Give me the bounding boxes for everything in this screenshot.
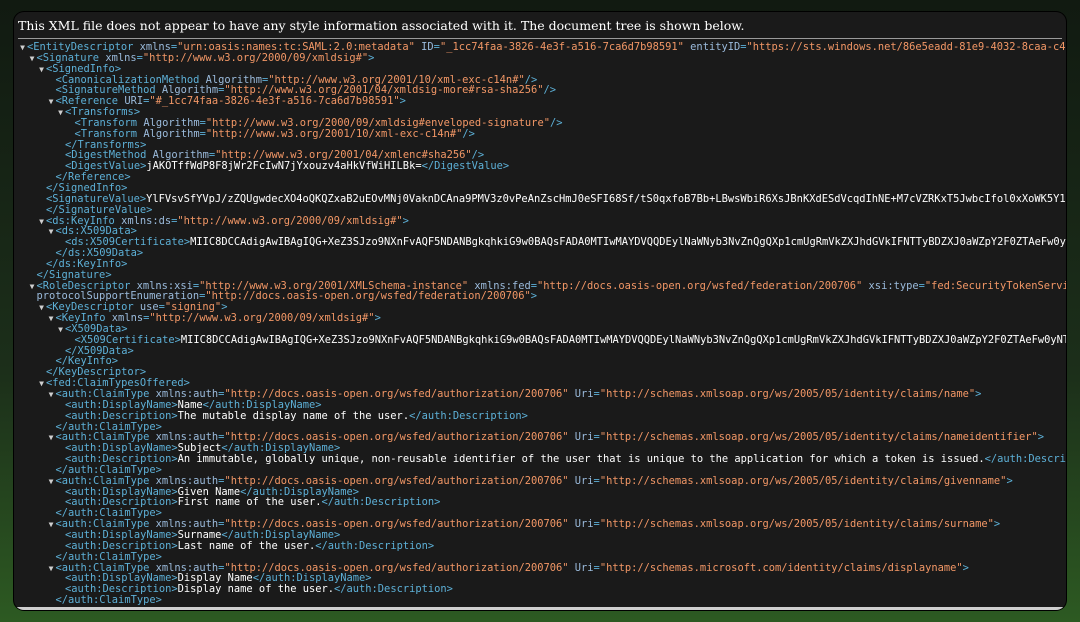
- xml-style-notice: This XML file does not appear to have an…: [18, 16, 1062, 39]
- xml-line: <auth:Description>First name of the user…: [14, 497, 1066, 508]
- xml-attribute-name: Uri: [568, 561, 594, 574]
- xml-tag: </auth:ClaimType>: [55, 594, 162, 607]
- xml-line: <Transform Algorithm="http://www.w3.org/…: [14, 127, 1066, 140]
- xml-attribute-value: "#_1cc74faa-3826-4e3f-a516-7ca6d7b98591": [149, 95, 400, 108]
- xml-tag: >: [975, 388, 982, 400]
- xml-attribute-value: "http://docs.oasis-open.org/wsfed/federa…: [205, 290, 531, 303]
- xml-line: <auth:Description>An immutable, globally…: [14, 454, 1066, 465]
- xml-attribute-value: "http://www.w3.org/2001/10/xml-exc-c14n#…: [205, 127, 463, 140]
- xml-text: An immutable, globally unique, non-reusa…: [177, 453, 985, 466]
- xml-tag: >: [962, 561, 969, 574]
- xml-tag: >: [374, 312, 381, 325]
- xml-tag: >: [530, 290, 537, 303]
- xml-line: </KeyInfo>: [14, 356, 1066, 367]
- xml-line: <ds:X509Certificate>MIIC8DCCAdigAwIBAgIQ…: [14, 237, 1066, 248]
- xml-text: Display name of the user.: [177, 583, 335, 596]
- xml-attribute-value: "http://schemas.microsoft.com/identity/c…: [599, 561, 963, 574]
- xml-tag: >: [993, 518, 1001, 531]
- xml-tag: </DigestValue>: [421, 160, 510, 173]
- xml-text: The mutable display name of the user.: [177, 409, 410, 422]
- xml-tag: />: [462, 127, 475, 140]
- xml-text: jAKOTffWdP8F8jWr2FcIwN7jYxouzv4aHkVfWiHI…: [146, 160, 422, 173]
- xml-tag: />: [543, 84, 556, 97]
- xml-document-tree: ▼ <EntityDescriptor xmlns="urn:oasis:name…: [14, 42, 1066, 610]
- xml-attribute-value: "http://schemas.xmlsoap.org/ws/2005/05/i…: [599, 431, 1038, 444]
- xml-line: <SignatureValue>YlFVsvSfYVpJ/zZQUgwdecXO…: [14, 192, 1066, 205]
- xml-line: ▼ <Signature xmlns="http://www.w3.org/200…: [14, 51, 1066, 64]
- xml-attribute-value: "_1cc74faa-3826-4e3f-a516-7ca6d7b98591": [439, 42, 684, 53]
- xml-tag: </auth:Description>: [334, 583, 453, 596]
- xml-attribute-value: "http://docs.oasis-open.org/wsfed/federa…: [537, 279, 863, 292]
- xml-line: <X509Certificate>MIIC8DCCAdigAwIBAgIQG+X…: [14, 333, 1067, 346]
- xml-line: </ds:X509Data>: [14, 248, 1066, 259]
- xml-text: MIIC8DCCAdigAwIBAgIQG+XeZ3SJzo9NXnFvAQF5…: [180, 333, 1066, 346]
- xml-tag: >: [1037, 431, 1044, 444]
- xml-tag: </auth:Description>: [321, 496, 441, 509]
- xml-attribute-name: Uri: [568, 474, 594, 487]
- xml-text: First name of the user.: [177, 496, 322, 509]
- xml-tag: >: [399, 95, 406, 108]
- xml-tag: />: [549, 116, 563, 129]
- xml-line: <DigestValue>jAKOTffWdP8F8jWr2FcIwN7jYxo…: [14, 161, 1066, 172]
- xml-line: <auth:Description>Last name of the user.…: [14, 539, 1066, 552]
- xml-attribute-value: "http://schemas.xmlsoap.org/ws/2005/05/i…: [599, 474, 1007, 487]
- xml-attribute-value: "https://sts.windows.net/86e5eadd-81e9-4…: [746, 42, 1067, 53]
- xml-line: <auth:Description>The mutable display na…: [14, 409, 1066, 422]
- xml-attribute-value: "http://www.w3.org/2000/09/xmldsig#": [142, 51, 369, 64]
- xml-attribute-value: "http://www.w3.org/2000/09/xmldsig#": [149, 312, 375, 325]
- xml-attribute-name: Uri: [568, 431, 594, 444]
- xml-attribute-value: "fed:SecurityTokenServiceType": [924, 279, 1066, 292]
- xml-attribute-name: Algorithm: [137, 127, 200, 140]
- xml-tag: >: [402, 214, 409, 227]
- xml-attribute-value: "http://schemas.xmlsoap.org/ws/2005/05/i…: [599, 388, 976, 400]
- xml-tag: </auth:Description>: [984, 453, 1066, 466]
- xml-attribute-name: entityID: [683, 42, 741, 53]
- xml-tag: </auth:Description>: [409, 409, 528, 422]
- xml-line: <auth:Description>Display name of the us…: [14, 584, 1066, 595]
- browser-viewport: This XML file does not appear to have an…: [14, 12, 1066, 610]
- xml-text: Last name of the user.: [177, 539, 316, 552]
- xml-attribute-name: ID: [414, 42, 434, 53]
- xml-line: ▼ <Reference URI="#_1cc74faa-3826-4e3f-a5…: [14, 96, 1066, 107]
- xml-tag: >: [1006, 474, 1013, 487]
- xml-line: </auth:ClaimType>: [14, 595, 1066, 606]
- xml-line: ▼ <ds:KeyInfo xmlns:ds="http://www.w3.org…: [14, 214, 1066, 227]
- xml-text: MIIC8DCCAdigAwIBAgIQG+XeZ3SJzo9NXnFvAQF5…: [190, 236, 1066, 249]
- xml-line: </ds:KeyInfo>: [14, 258, 1066, 270]
- xml-attribute-value: "http://schemas.xmlsoap.org/ws/2005/05/i…: [599, 518, 994, 531]
- xml-line: </Reference>: [14, 172, 1066, 183]
- xml-attribute-name: xsi:type: [862, 279, 919, 292]
- xml-attribute-value: "http://www.w3.org/2000/09/xmldsig#": [177, 214, 403, 227]
- xml-line: </X509Data>: [14, 345, 1066, 357]
- xml-attribute-name: Uri: [568, 388, 594, 400]
- xml-tag: >: [368, 51, 375, 64]
- xml-tag: </auth:Description>: [315, 539, 435, 552]
- xml-attribute-name: Uri: [568, 518, 594, 531]
- xml-text: YlFVsvSfYVpJ/zZQUgwdecXO4oQKQZxaB2uEOvMN…: [146, 192, 1066, 205]
- xml-line: ▼ <KeyInfo xmlns="http://www.w3.org/2000/…: [14, 313, 1066, 324]
- horizontal-scrollbar[interactable]: [14, 607, 1066, 610]
